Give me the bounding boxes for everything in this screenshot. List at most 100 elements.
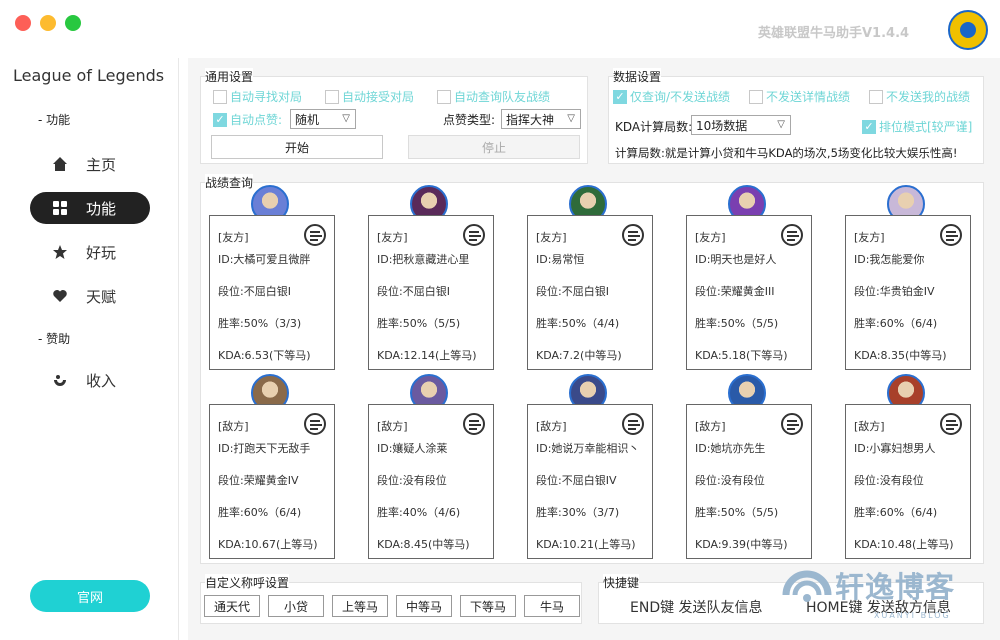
sidebar-divider [178, 58, 179, 640]
nickname-input-4[interactable]: 中等马 [396, 595, 452, 617]
only-query-checkbox[interactable]: ✓ 仅查询/不发送战绩 [613, 88, 730, 105]
custom-nickname-title: 自定义称呼设置 [205, 574, 290, 591]
send-info-icon[interactable] [463, 413, 485, 435]
sidebar-item-label: 天赋 [86, 287, 117, 306]
kda-count-select[interactable]: 10场数据 ▽ [691, 115, 791, 135]
nickname-input-5[interactable]: 下等马 [460, 595, 516, 617]
player-kda: KDA:10.67(上等马) [218, 538, 318, 551]
stop-button[interactable]: 停止 [408, 135, 580, 159]
official-site-button[interactable]: 官网 [30, 580, 150, 612]
no-detail-checkbox[interactable]: 不发送详情战绩 [749, 88, 850, 105]
player-id: ID:打跑天下无敌手 [218, 442, 311, 455]
like-type-select[interactable]: 指挥大神 ▽ [501, 109, 581, 129]
player-card: [友方] ID:易常恒 段位:不屈白银I 胜率:50%（4/4) KDA:7.2(中等马… [527, 215, 653, 370]
send-info-icon[interactable] [304, 413, 326, 435]
grid-icon [52, 200, 68, 216]
player-winrate: 胜率:50%（5/5) [695, 506, 779, 519]
auto-query-checkbox[interactable]: 自动查询队友战绩 [437, 88, 550, 105]
player-rank: 段位:不屈白银I [218, 285, 291, 298]
player-rank: 段位:不屈白银I [377, 285, 450, 298]
sidebar-item-label: 功能 [86, 199, 117, 218]
record-title: 战绩查询 [205, 174, 254, 191]
player-card: [敌方] ID:打跑天下无敌手 段位:荣耀黄金IV 胜率:60%（6/4) KDA:10… [209, 404, 335, 559]
player-kda: KDA:6.53(下等马) [218, 349, 311, 362]
sidebar-item-talent[interactable]: 天赋 [30, 280, 150, 312]
chevron-down-icon: ▽ [342, 113, 350, 124]
close-button[interactable] [15, 15, 31, 31]
section-sponsor: - 赞助 [38, 332, 71, 346]
nickname-input-2[interactable]: 小贷 [268, 595, 324, 617]
send-info-icon[interactable] [781, 224, 803, 246]
player-side: [友方] [218, 231, 249, 244]
hotkey-title: 快捷键 [603, 574, 640, 591]
rank-mode-checkbox[interactable]: ✓ 排位模式[较严谨] [862, 118, 972, 135]
player-kda: KDA:12.14(上等马) [377, 349, 477, 362]
send-info-icon[interactable] [304, 224, 326, 246]
send-info-icon[interactable] [940, 224, 962, 246]
like-mode-select[interactable]: 随机 ▽ [290, 109, 356, 129]
player-kda: KDA:5.18(下等马) [695, 349, 788, 362]
player-rank: 段位:没有段位 [695, 474, 765, 487]
player-winrate: 胜率:50%（3/3) [218, 317, 302, 330]
player-card: [敌方] ID:她说万幸能相识丶 段位:不屈白银IV 胜率:30%（3/7) KDA:1… [527, 404, 653, 559]
auto-like-checkbox[interactable]: ✓ 自动点赞: [213, 111, 282, 128]
watermark: 轩逸博客 XUANYI BLOG [778, 566, 990, 634]
heart-icon [52, 288, 68, 304]
auto-accept-checkbox[interactable]: 自动接受对局 [325, 88, 414, 105]
player-side: [敌方] [218, 420, 249, 433]
maximize-button[interactable] [65, 15, 81, 31]
player-id: ID:明天也是好人 [695, 253, 777, 266]
start-button[interactable]: 开始 [211, 135, 383, 159]
auto-find-checkbox[interactable]: 自动寻找对局 [213, 88, 302, 105]
brand-title: League of Legends [13, 66, 165, 85]
lol-logo-icon [948, 10, 988, 50]
player-card: [友方] ID:大橘可爱且微胖 段位:不屈白银I 胜率:50%（3/3) KDA:6.5… [209, 215, 335, 370]
player-card: [友方] ID:把秋意藏进心里 段位:不屈白银I 胜率:50%（5/5) KDA:12.… [368, 215, 494, 370]
general-settings-title: 通用设置 [205, 68, 254, 85]
player-kda: KDA:8.45(中等马) [377, 538, 470, 551]
player-card: [友方] ID:我怎能爱你 段位:华贵铂金IV 胜率:60%（6/4) KDA:8.35… [845, 215, 971, 370]
chevron-down-icon: ▽ [567, 113, 575, 124]
player-id: ID:我怎能爱你 [854, 253, 925, 266]
section-feature: - 功能 [38, 113, 71, 127]
window-title: 英雄联盟牛马助手V1.4.4 [758, 26, 910, 41]
no-mine-checkbox[interactable]: 不发送我的战绩 [869, 88, 970, 105]
sidebar-item-fun[interactable]: 好玩 [30, 236, 150, 268]
income-icon [52, 372, 68, 388]
nickname-input-3[interactable]: 上等马 [332, 595, 388, 617]
player-id: ID:她坑亦先生 [695, 442, 766, 455]
watermark-logo-icon [782, 570, 832, 602]
kda-count-label: KDA计算局数: [615, 120, 693, 134]
player-side: [敌方] [854, 420, 885, 433]
player-side: [友方] [377, 231, 408, 244]
send-info-icon[interactable] [940, 413, 962, 435]
player-id: ID:易常恒 [536, 253, 585, 266]
minimize-button[interactable] [40, 15, 56, 31]
player-winrate: 胜率:50%（4/4) [536, 317, 620, 330]
send-info-icon[interactable] [463, 224, 485, 246]
player-side: [友方] [695, 231, 726, 244]
sidebar: League of Legends - 功能 主页 功能 好玩 天赋 - 赞助 … [0, 58, 178, 640]
player-card: [敌方] ID:她坑亦先生 段位:没有段位 胜率:50%（5/5) KDA:9.39(中… [686, 404, 812, 559]
sidebar-item-home[interactable]: 主页 [30, 148, 150, 180]
player-card: [敌方] ID:孃疑人涂莱 段位:没有段位 胜率:40%（4/6) KDA:8.45(中… [368, 404, 494, 559]
send-info-icon[interactable] [622, 413, 644, 435]
player-id: ID:孃疑人涂莱 [377, 442, 448, 455]
watermark-text: 轩逸博客 [835, 570, 956, 604]
player-rank: 段位:不屈白银IV [536, 474, 617, 487]
player-id: ID:她说万幸能相识丶 [536, 442, 640, 455]
nickname-input-6[interactable]: 牛马 [524, 595, 580, 617]
sidebar-item-income[interactable]: 收入 [30, 364, 150, 396]
player-kda: KDA:10.48(上等马) [854, 538, 954, 551]
nickname-input-1[interactable]: 通天代 [204, 595, 260, 617]
send-info-icon[interactable] [622, 224, 644, 246]
player-side: [友方] [536, 231, 567, 244]
like-type-label: 点赞类型: [443, 113, 496, 127]
player-side: [敌方] [536, 420, 567, 433]
player-rank: 段位:不屈白银I [536, 285, 609, 298]
sidebar-item-label: 主页 [86, 155, 117, 174]
sidebar-item-feature[interactable]: 功能 [30, 192, 150, 224]
sidebar-item-label: 收入 [86, 371, 117, 390]
send-info-icon[interactable] [781, 413, 803, 435]
player-winrate: 胜率:40%（4/6) [377, 506, 461, 519]
